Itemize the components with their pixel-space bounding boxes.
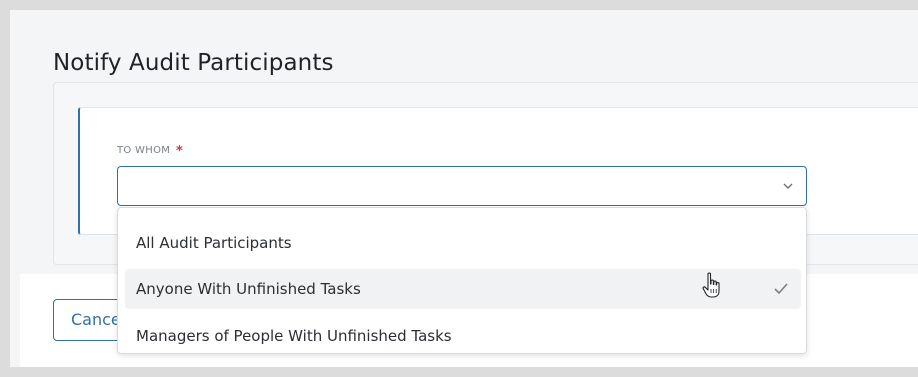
option-label: Anyone With Unfinished Tasks bbox=[136, 280, 361, 298]
option-label: Managers of People With Unfinished Tasks bbox=[136, 327, 452, 345]
to-whom-label: TO WHOM bbox=[117, 145, 171, 156]
option-anyone-with-unfinished-tasks[interactable]: Anyone With Unfinished Tasks bbox=[125, 269, 801, 309]
app-frame: Notify Audit Participants Cancel TO WHOM… bbox=[10, 10, 918, 367]
check-icon bbox=[774, 283, 788, 295]
option-label: All Audit Participants bbox=[136, 234, 292, 252]
option-all-audit-participants[interactable]: All Audit Participants bbox=[125, 223, 801, 263]
hand-cursor-icon bbox=[702, 272, 720, 298]
to-whom-select[interactable] bbox=[117, 166, 807, 206]
page-title: Notify Audit Participants bbox=[53, 50, 334, 76]
option-managers-of-people-with-unfinished-tasks[interactable]: Managers of People With Unfinished Tasks bbox=[125, 316, 801, 356]
chevron-down-icon[interactable] bbox=[783, 181, 793, 191]
required-indicator: * bbox=[176, 144, 183, 159]
